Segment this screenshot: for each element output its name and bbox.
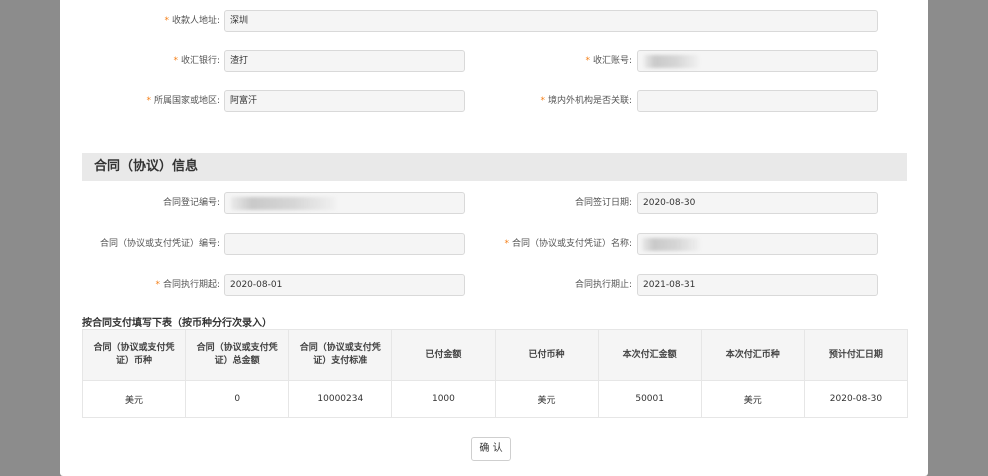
required-star: * bbox=[146, 96, 151, 106]
payment-table-caption: 按合同支付填写下表（按币种分行次录入） bbox=[82, 318, 272, 329]
related-label: * 境内外机构是否关联: bbox=[540, 96, 632, 106]
related-field[interactable] bbox=[637, 90, 878, 112]
section-title: 合同（协议）信息 bbox=[94, 159, 199, 174]
voucher-name-label: * 合同（协议或支付凭证）名称: bbox=[504, 239, 632, 249]
voucher-no-field[interactable] bbox=[224, 233, 465, 255]
column-header: 已付币种 bbox=[494, 329, 599, 381]
required-star: * bbox=[155, 280, 160, 290]
table-cell: 1000 bbox=[391, 380, 496, 418]
voucher-name-field[interactable] bbox=[637, 233, 878, 255]
column-header: 合同（协议或支付凭证）总金额 bbox=[185, 329, 290, 381]
bank-field[interactable]: 渣打 bbox=[224, 50, 465, 72]
table-cell: 美元 bbox=[494, 380, 599, 418]
required-star: * bbox=[540, 96, 545, 106]
required-star: * bbox=[173, 56, 178, 66]
reg-no-row: 合同登记编号: 合同签订日期: 2020-08-30 bbox=[60, 192, 928, 216]
address-field[interactable]: 深圳 bbox=[224, 10, 878, 32]
column-header: 本次付汇金额 bbox=[597, 329, 702, 381]
column-header: 合同（协议或支付凭证）币种 bbox=[81, 329, 187, 381]
contract-section-header: 合同（协议）信息 bbox=[82, 153, 907, 181]
table-header-row: 合同（协议或支付凭证）币种 合同（协议或支付凭证）总金额 合同（协议或支付凭证）… bbox=[81, 329, 909, 381]
table-row[interactable]: 美元 0 10000234 1000 美元 50001 美元 2020-08-3… bbox=[81, 380, 909, 418]
reg-no-label: 合同登记编号: bbox=[162, 198, 220, 208]
table-cell: 2020-08-30 bbox=[803, 380, 909, 418]
required-star: * bbox=[504, 239, 509, 249]
account-field[interactable] bbox=[637, 50, 878, 72]
address-label: * 收款人地址: bbox=[164, 16, 220, 26]
table-cell: 10000234 bbox=[288, 380, 393, 418]
table-cell: 美元 bbox=[700, 380, 805, 418]
exec-start-label: * 合同执行期起: bbox=[155, 280, 220, 290]
country-label: * 所属国家或地区: bbox=[146, 96, 220, 106]
country-row: * 所属国家或地区: 阿富汗 * 境内外机构是否关联: bbox=[60, 90, 928, 114]
country-field[interactable]: 阿富汗 bbox=[224, 90, 465, 112]
address-row: * 收款人地址: 深圳 bbox=[60, 10, 928, 34]
table-cell: 0 bbox=[185, 380, 290, 418]
required-star: * bbox=[164, 16, 169, 26]
confirm-button[interactable]: 确 认 bbox=[471, 437, 511, 461]
column-header: 已付金额 bbox=[391, 329, 496, 381]
bank-label: * 收汇银行: bbox=[173, 56, 220, 66]
payment-table: 合同（协议或支付凭证）币种 合同（协议或支付凭证）总金额 合同（协议或支付凭证）… bbox=[81, 329, 909, 418]
sign-date-label: 合同签订日期: bbox=[574, 198, 632, 208]
modal-dialog: * 收款人地址: 深圳 * 收汇银行: 渣打 * 收汇账号: * 所属国家或地区: 阿富… bbox=[60, 0, 928, 476]
voucher-row: 合同（协议或支付凭证）编号: * 合同（协议或支付凭证）名称: bbox=[60, 233, 928, 257]
table-cell: 美元 bbox=[81, 380, 187, 418]
exec-row: * 合同执行期起: 2020-08-01 合同执行期止: 2021-08-31 bbox=[60, 274, 928, 298]
column-header: 合同（协议或支付凭证）支付标准 bbox=[288, 329, 393, 381]
column-header: 预计付汇日期 bbox=[803, 329, 909, 381]
redacted-value bbox=[644, 55, 699, 68]
exec-end-label: 合同执行期止: bbox=[574, 280, 632, 290]
account-label: * 收汇账号: bbox=[585, 56, 632, 66]
exec-end-field[interactable]: 2021-08-31 bbox=[637, 274, 878, 296]
bank-row: * 收汇银行: 渣打 * 收汇账号: bbox=[60, 50, 928, 74]
reg-no-field[interactable] bbox=[224, 192, 465, 214]
redacted-value bbox=[231, 197, 336, 210]
column-header: 本次付汇币种 bbox=[700, 329, 805, 381]
table-cell: 50001 bbox=[597, 380, 702, 418]
required-star: * bbox=[585, 56, 590, 66]
exec-start-field[interactable]: 2020-08-01 bbox=[224, 274, 465, 296]
voucher-no-label: 合同（协议或支付凭证）编号: bbox=[99, 239, 220, 249]
redacted-value bbox=[642, 238, 700, 251]
sign-date-field[interactable]: 2020-08-30 bbox=[637, 192, 878, 214]
